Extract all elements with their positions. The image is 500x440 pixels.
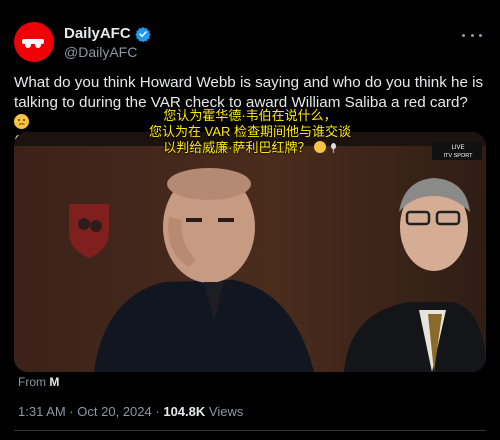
meta-separator: ·	[155, 404, 160, 419]
tweet-meta: 1:31 AM · Oct 20, 2024 · 104.8K Views	[18, 404, 243, 419]
attribution-prefix: From	[18, 375, 46, 389]
tweet-card: DailyAFC @DailyAFC What do you think How…	[4, 4, 496, 436]
display-name[interactable]: DailyAFC	[64, 25, 131, 42]
attribution-source[interactable]: M	[49, 375, 59, 389]
caption-line-2: 您认为在 VAR 检查期间他与谁交谈	[149, 124, 351, 139]
user-handle[interactable]: @DailyAFC	[64, 44, 137, 60]
views-label: Views	[208, 404, 244, 419]
meta-separator: ·	[69, 404, 74, 419]
cannon-icon	[22, 39, 44, 48]
avatar[interactable]	[14, 22, 54, 62]
caption-line-3-text: 以判给威廉·萨利巴红牌？	[163, 140, 311, 155]
tweet-header: DailyAFC @DailyAFC	[14, 22, 486, 66]
views-count: 104.8K	[163, 404, 206, 419]
media-attribution[interactable]: From M	[18, 375, 59, 389]
name-row: DailyAFC	[64, 25, 151, 42]
thinking-face-emoji	[314, 141, 327, 153]
tweet-time[interactable]: 1:31 AM	[18, 404, 66, 419]
caption-line-1: 您认为霍华德·韦伯在说什么，	[163, 108, 337, 123]
verified-badge-icon	[135, 26, 151, 42]
caption-line-3: 以判给威廉·萨利巴红牌？	[4, 140, 496, 156]
more-options-icon[interactable]	[462, 28, 482, 42]
tweet-body: What do you think Howard Webb is saying …	[14, 74, 484, 111]
tweet-date[interactable]: Oct 20, 2024	[77, 404, 151, 419]
tweet-media-image[interactable]: LIVE ITV SPORT	[14, 132, 486, 372]
divider	[14, 430, 486, 431]
microphone-emoji	[330, 143, 336, 153]
photo-scene: LIVE ITV SPORT	[14, 132, 486, 372]
